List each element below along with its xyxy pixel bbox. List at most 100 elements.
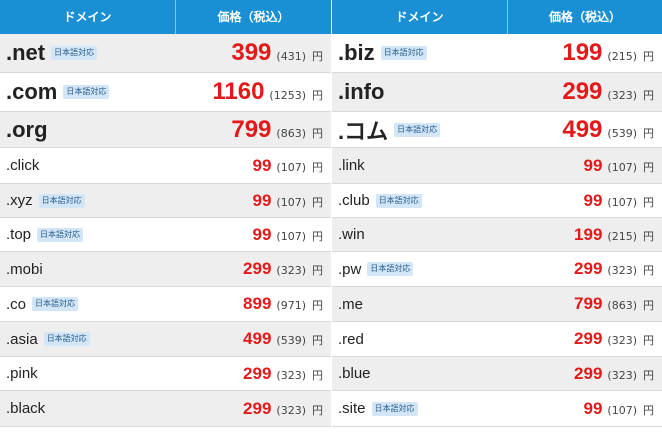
japanese-support-badge: 日本語対応 — [32, 297, 79, 311]
price-value: 99 — [583, 155, 603, 175]
price-value: 499 — [243, 329, 272, 348]
yen-unit: 円 — [643, 334, 654, 347]
price-cell: 99 (107) 円 — [252, 191, 323, 211]
yen-unit: 円 — [643, 50, 654, 63]
row-list: .biz 日本語対応 199 (215) 円 .info 299 (323) 円 .コム 日本語対応… — [332, 34, 662, 427]
tax-included-price: (539) — [607, 126, 637, 140]
domain-name: .club — [338, 192, 370, 209]
japanese-support-badge: 日本語対応 — [367, 262, 414, 276]
table-row: .asia 日本語対応 499 (539) 円 — [0, 322, 331, 357]
yen-unit: 円 — [643, 368, 654, 382]
domain-name: .red — [338, 330, 364, 348]
price-cell: 299 (323) 円 — [243, 364, 323, 384]
price-column-left: ドメイン 価格（税込） .net 日本語対応 399 (431) 円 .com 日本語対応 1… — [0, 0, 331, 437]
domain-cell: .pink — [6, 365, 38, 382]
tax-included-price: (323) — [276, 368, 306, 382]
tax-included-price: (323) — [276, 403, 306, 417]
table-row: .xyz 日本語対応 99 (107) 円 — [0, 184, 331, 218]
domain-name: .top — [6, 226, 32, 243]
domain-name: .site — [338, 400, 366, 417]
price-value: 799 — [231, 115, 272, 143]
domain-cell: .black — [6, 400, 45, 417]
price-cell: 499 (539) 円 — [562, 116, 654, 144]
domain-cell: .me — [338, 296, 363, 313]
domain-cell: .club 日本語対応 — [338, 192, 422, 209]
table-row: .click 99 (107) 円 — [0, 148, 331, 184]
header-domain: ドメイン — [0, 0, 176, 34]
price-cell: 399 (431) 円 — [231, 39, 323, 67]
domain-name: .net — [6, 40, 46, 65]
yen-unit: 円 — [643, 229, 654, 243]
yen-unit: 円 — [312, 126, 323, 140]
price-value: 799 — [574, 294, 603, 313]
yen-unit: 円 — [312, 195, 323, 209]
price-value: 1160 — [212, 78, 265, 105]
yen-unit: 円 — [312, 368, 323, 382]
tax-included-price: (863) — [276, 126, 306, 140]
domain-name: .pink — [6, 365, 38, 382]
table-row: .win 199 (215) 円 — [332, 218, 662, 252]
domain-name: .click — [6, 157, 40, 174]
price-cell: 99 (107) 円 — [583, 156, 654, 176]
yen-unit: 円 — [643, 264, 654, 277]
price-value: 99 — [252, 155, 272, 175]
tax-included-price: (215) — [607, 229, 637, 243]
price-value: 399 — [231, 39, 272, 66]
domain-cell: .biz 日本語対応 — [338, 40, 427, 66]
tax-included-price: (323) — [607, 89, 637, 102]
domain-cell: .asia 日本語対応 — [6, 331, 90, 348]
price-cell: 799 (863) 円 — [231, 116, 323, 144]
domain-cell: .site 日本語対応 — [338, 400, 418, 417]
table-row: .org 799 (863) 円 — [0, 112, 331, 148]
domain-cell: .コム 日本語対応 — [338, 114, 441, 146]
price-value: 299 — [574, 259, 603, 278]
table-header: ドメイン 価格（税込） — [0, 0, 331, 34]
yen-unit: 円 — [312, 403, 323, 417]
domain-name: .コム — [338, 118, 389, 144]
table-row: .pink 299 (323) 円 — [0, 357, 331, 391]
table-row: .co 日本語対応 899 (971) 円 — [0, 287, 331, 322]
domain-cell: .click — [6, 157, 39, 174]
table-row: .mobi 299 (323) 円 — [0, 252, 331, 287]
japanese-support-badge: 日本語対応 — [371, 401, 418, 416]
domain-cell: .red — [338, 331, 364, 348]
tax-included-price: (863) — [607, 299, 637, 312]
tax-included-price: (107) — [276, 229, 306, 243]
price-value: 499 — [562, 115, 603, 143]
table-header: ドメイン 価格（税込） — [332, 0, 662, 34]
domain-price-table: ドメイン 価格（税込） .net 日本語対応 399 (431) 円 .com 日本語対応 1… — [0, 0, 662, 437]
price-cell: 99 (107) 円 — [583, 191, 654, 211]
price-cell: 99 (107) 円 — [252, 156, 323, 176]
yen-unit: 円 — [643, 160, 654, 174]
table-row: .コム 日本語対応 499 (539) 円 — [332, 112, 662, 148]
price-value: 299 — [574, 329, 603, 348]
price-cell: 299 (323) 円 — [562, 78, 654, 106]
tax-included-price: (215) — [607, 50, 637, 63]
yen-unit: 円 — [643, 299, 654, 312]
japanese-support-badge: 日本語対応 — [43, 332, 90, 346]
domain-name: .mobi — [6, 260, 43, 278]
price-cell: 299 (323) 円 — [574, 329, 654, 349]
domain-cell: .mobi — [6, 261, 43, 278]
price-value: 99 — [583, 398, 603, 418]
domain-name: .co — [6, 295, 27, 313]
tax-included-price: (107) — [276, 160, 306, 174]
domain-cell: .top 日本語対応 — [6, 226, 84, 243]
yen-unit: 円 — [643, 89, 654, 102]
domain-name: .win — [338, 226, 365, 243]
price-cell: 99 (107) 円 — [252, 225, 323, 245]
price-cell: 99 (107) 円 — [583, 399, 654, 419]
yen-unit: 円 — [643, 195, 654, 209]
tax-included-price: (1253) — [269, 89, 306, 102]
price-cell: 299 (323) 円 — [574, 259, 654, 279]
table-row: .blue 299 (323) 円 — [332, 357, 662, 391]
yen-unit: 円 — [643, 403, 654, 417]
price-cell: 1160 (1253) 円 — [212, 78, 323, 106]
domain-name: .org — [6, 116, 48, 142]
yen-unit: 円 — [312, 229, 323, 243]
yen-unit: 円 — [312, 264, 323, 277]
tax-included-price: (323) — [607, 368, 637, 382]
tax-included-price: (323) — [607, 264, 637, 277]
tax-included-price: (323) — [607, 334, 637, 347]
domain-name: .blue — [338, 365, 371, 382]
